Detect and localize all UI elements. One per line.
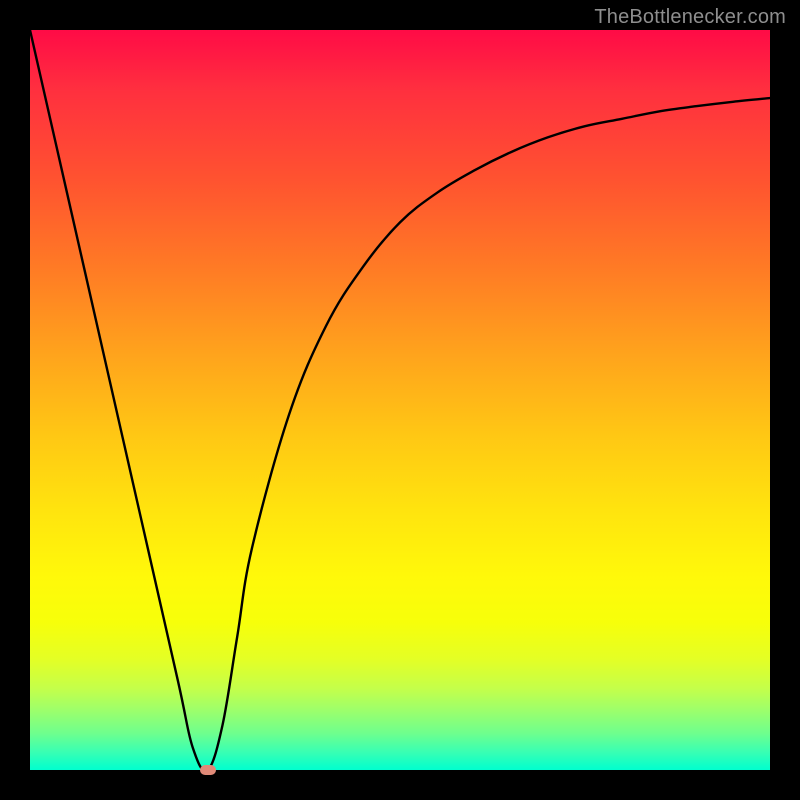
- watermark-text: TheBottlenecker.com: [594, 6, 786, 29]
- minimum-marker: [200, 765, 216, 775]
- chart-frame: TheBottlenecker.com: [0, 0, 800, 800]
- plot-area: [30, 30, 770, 770]
- bottleneck-curve: [30, 30, 770, 770]
